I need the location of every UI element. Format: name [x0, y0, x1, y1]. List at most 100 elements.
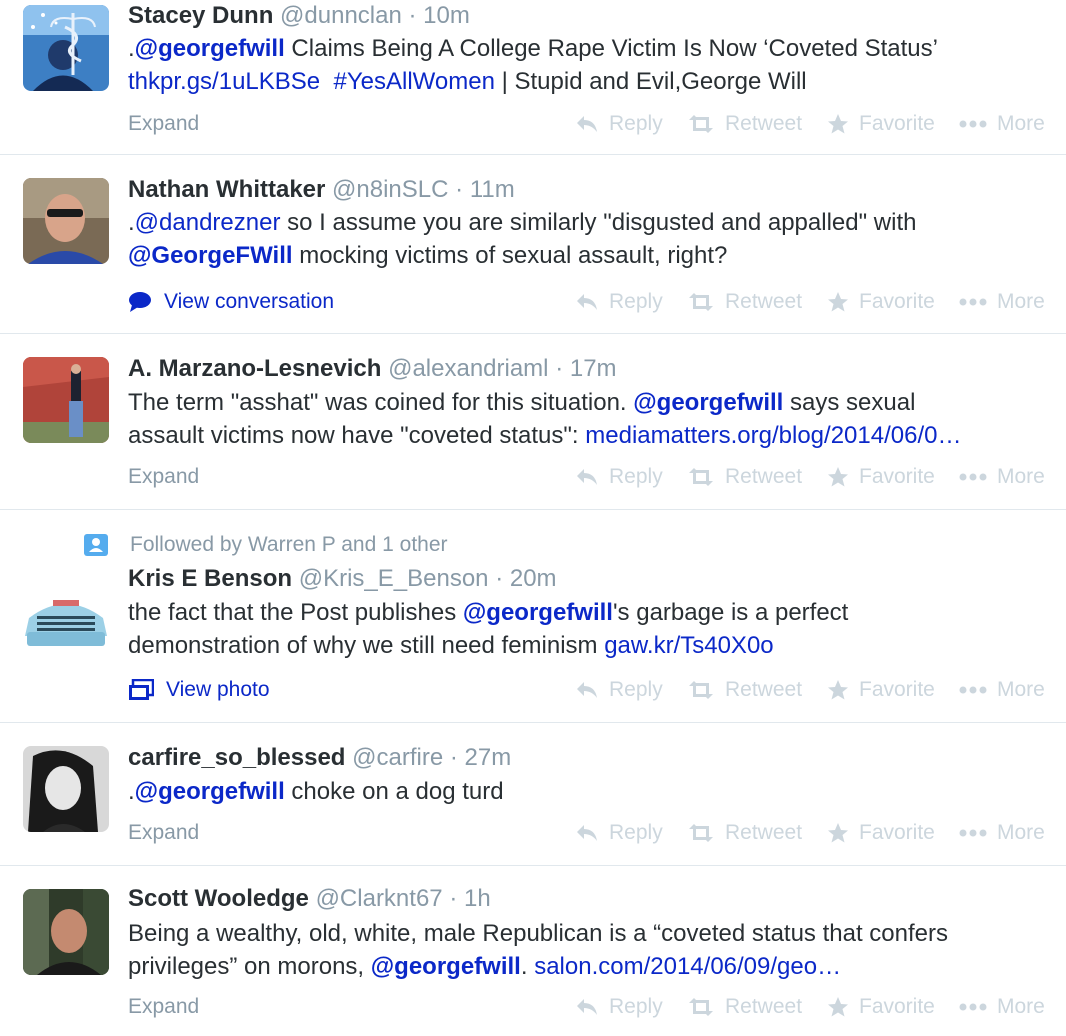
- favorite-label: Favorite: [859, 821, 935, 844]
- separator-dot: ·: [495, 565, 504, 592]
- reply-button[interactable]: Reply: [575, 995, 687, 1019]
- more-button[interactable]: More: [959, 112, 1055, 136]
- text-segment: the fact that the Post publishes: [128, 599, 463, 626]
- favorite-button[interactable]: Favorite: [827, 112, 959, 136]
- view-conversation-link[interactable]: View conversation: [128, 289, 334, 315]
- text-segment: privileges” on morons,: [128, 953, 371, 980]
- reply-button[interactable]: Reply: [575, 821, 687, 845]
- favorite-button[interactable]: Favorite: [827, 678, 959, 702]
- url-link[interactable]: salon.com/2014/06/09/geo…: [534, 953, 841, 980]
- avatar[interactable]: [23, 178, 109, 264]
- retweet-button[interactable]: Retweet: [687, 112, 827, 136]
- favorite-button[interactable]: Favorite: [827, 995, 959, 1019]
- retweet-label: Retweet: [725, 465, 803, 488]
- reply-button[interactable]: Reply: [575, 678, 687, 702]
- retweet-button[interactable]: Retweet: [687, 290, 827, 314]
- retweet-button[interactable]: Retweet: [687, 678, 827, 702]
- retweet-button[interactable]: Retweet: [687, 821, 827, 845]
- timestamp[interactable]: 20m: [510, 565, 557, 592]
- fullname[interactable]: Stacey Dunn: [128, 2, 273, 29]
- favorite-button[interactable]: Favorite: [827, 290, 959, 314]
- more-button[interactable]: More: [959, 678, 1055, 702]
- retweet-icon: [687, 823, 715, 843]
- avatar[interactable]: [23, 5, 109, 91]
- avatar[interactable]: [23, 746, 109, 832]
- separator-dot: ·: [408, 2, 417, 29]
- tweet-header: Stacey Dunn @dunnclan · 10m: [128, 1, 470, 31]
- tweet[interactable]: Stacey Dunn @dunnclan · 10m .@georgefwil…: [0, 0, 1066, 155]
- mention-link[interactable]: @dandrezner: [135, 209, 281, 236]
- reply-button[interactable]: Reply: [575, 112, 687, 136]
- avatar[interactable]: [23, 570, 109, 656]
- favorite-button[interactable]: Favorite: [827, 465, 959, 489]
- text-segment: .: [128, 35, 135, 62]
- more-button[interactable]: More: [959, 821, 1055, 845]
- timestamp[interactable]: 10m: [423, 2, 470, 29]
- tweet[interactable]: Nathan Whittaker @n8inSLC · 11m .@dandre…: [0, 155, 1066, 334]
- ellipsis-icon: [959, 1002, 987, 1012]
- tweet[interactable]: carfire_so_blessed @carfire · 27m .@geor…: [0, 723, 1066, 866]
- mention-link[interactable]: @georgefwill: [371, 953, 521, 980]
- view-photo-link[interactable]: View photo: [128, 677, 270, 703]
- text-segment: Being a wealthy, old, white, male Republ…: [128, 920, 948, 947]
- fullname[interactable]: Nathan Whittaker: [128, 176, 325, 203]
- favorite-button[interactable]: Favorite: [827, 821, 959, 845]
- tweet-text: the fact that the Post publishes @george…: [128, 596, 1053, 662]
- username[interactable]: @Clarknt67: [316, 885, 443, 912]
- fullname[interactable]: Kris E Benson: [128, 565, 292, 592]
- timestamp[interactable]: 11m: [470, 176, 515, 203]
- username[interactable]: @alexandriaml: [388, 355, 548, 382]
- person-card-icon: [84, 534, 108, 556]
- tweet[interactable]: Followed by Warren P and 1 other Kris E …: [0, 510, 1066, 723]
- expand-link[interactable]: Expand: [128, 994, 199, 1020]
- username[interactable]: @Kris_E_Benson: [299, 565, 489, 592]
- text-segment: | Stupid and Evil,George Will: [494, 68, 807, 95]
- mention-link[interactable]: @georgefwill: [135, 778, 285, 805]
- reply-icon: [575, 292, 599, 312]
- mention-link[interactable]: @georgefwill: [135, 35, 285, 62]
- star-icon: [827, 113, 849, 135]
- expand-link[interactable]: Expand: [128, 111, 199, 137]
- more-button[interactable]: More: [959, 465, 1055, 489]
- retweet-button[interactable]: Retweet: [687, 465, 827, 489]
- timestamp[interactable]: 1h: [464, 885, 491, 912]
- expand-link[interactable]: Expand: [128, 464, 199, 490]
- reply-label: Reply: [609, 112, 663, 135]
- username[interactable]: @n8inSLC: [332, 176, 448, 203]
- hashtag-link[interactable]: #YesAllWomen: [333, 68, 494, 95]
- fullname[interactable]: carfire_so_blessed: [128, 744, 345, 771]
- star-icon: [827, 291, 849, 313]
- avatar[interactable]: [23, 357, 109, 443]
- tweet[interactable]: Scott Wooledge @Clarknt67 · 1h Being a w…: [0, 866, 1066, 1036]
- expand-link[interactable]: Expand: [128, 820, 199, 846]
- social-context: Followed by Warren P and 1 other: [84, 532, 448, 558]
- tweet[interactable]: A. Marzano-Lesnevich @alexandriaml · 17m…: [0, 334, 1066, 510]
- timestamp[interactable]: 17m: [570, 355, 617, 382]
- text-segment: so I assume you are similarly "disgusted…: [280, 209, 917, 236]
- fullname[interactable]: Scott Wooledge: [128, 885, 309, 912]
- retweet-icon: [687, 292, 715, 312]
- reply-button[interactable]: Reply: [575, 465, 687, 489]
- url-link[interactable]: thkpr.gs/1uLKBSe: [128, 68, 320, 95]
- separator-dot: ·: [449, 885, 458, 912]
- retweet-button[interactable]: Retweet: [687, 995, 827, 1019]
- reply-label: Reply: [609, 995, 663, 1018]
- mention-link[interactable]: @GeorgeFWill: [128, 242, 293, 269]
- social-context-label[interactable]: Followed by Warren P and 1 other: [130, 532, 448, 558]
- url-link[interactable]: mediamatters.org/blog/2014/06/0…: [585, 422, 961, 449]
- avatar[interactable]: [23, 889, 109, 975]
- username[interactable]: @dunnclan: [280, 2, 402, 29]
- timestamp[interactable]: 27m: [465, 744, 512, 771]
- mention-link[interactable]: @georgefwill: [633, 389, 783, 416]
- text-segment: choke on a dog turd: [284, 778, 504, 805]
- more-button[interactable]: More: [959, 995, 1055, 1019]
- tweet-header: A. Marzano-Lesnevich @alexandriaml · 17m: [128, 354, 617, 384]
- username[interactable]: @carfire: [352, 744, 443, 771]
- url-link[interactable]: gaw.kr/Ts40X0o: [604, 632, 773, 659]
- reply-button[interactable]: Reply: [575, 290, 687, 314]
- separator-dot: ·: [555, 355, 564, 382]
- mention-link[interactable]: @georgefwill: [463, 599, 613, 626]
- fullname[interactable]: A. Marzano-Lesnevich: [128, 355, 381, 382]
- star-icon: [827, 466, 849, 488]
- more-button[interactable]: More: [959, 290, 1055, 314]
